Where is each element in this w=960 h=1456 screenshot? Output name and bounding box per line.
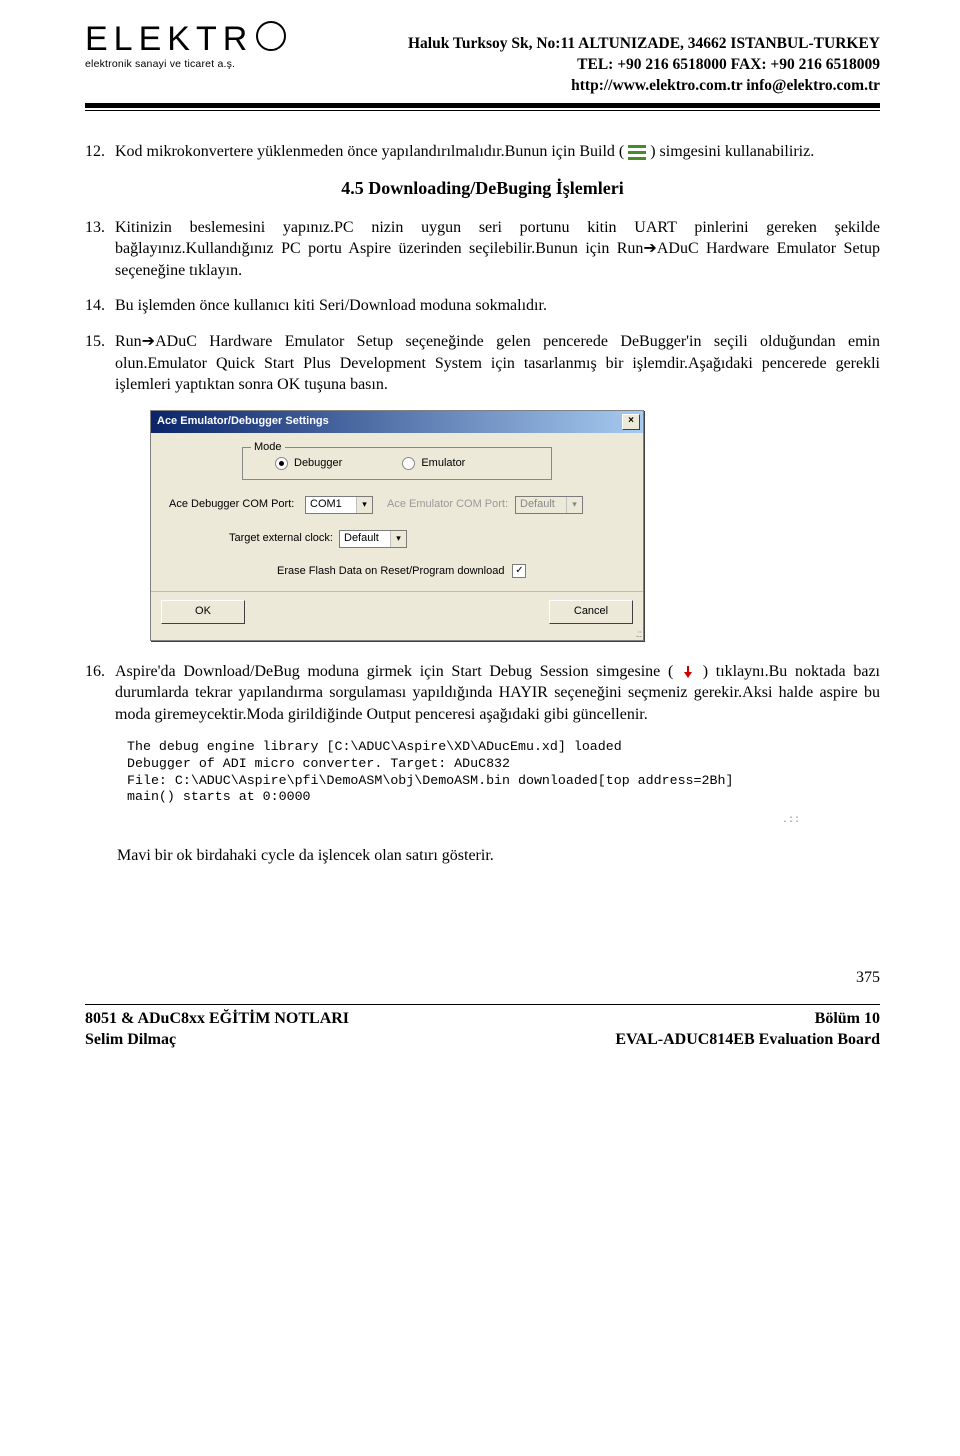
list-number: 12. — [85, 141, 115, 163]
clock-row: Target external clock: Default ▾ — [169, 530, 625, 548]
dialog-button-row: OK Cancel — [151, 591, 643, 632]
combo-value: COM1 — [310, 497, 356, 512]
erase-checkbox[interactable]: ✓ — [512, 564, 526, 578]
radio-label: Emulator — [421, 456, 465, 471]
emulator-port-label: Ace Emulator COM Port: — [387, 497, 515, 512]
list-number: 15. — [85, 331, 115, 396]
radio-icon — [402, 457, 415, 470]
combo-value: Default — [520, 497, 566, 512]
chevron-down-icon: ▾ — [390, 531, 406, 547]
list-item-12: 12. Kod mikrokonvertere yüklenmeden önce… — [85, 141, 880, 163]
debug-arrow-icon — [681, 665, 695, 679]
section-heading-4-5: 4.5 Downloading/DeBuging İşlemleri — [85, 176, 880, 200]
dialog-figure: Ace Emulator/Debugger Settings × Mode De… — [150, 410, 880, 641]
page-number: 375 — [85, 967, 880, 989]
dialog-body: Mode Debugger Emulator — [151, 433, 643, 579]
console-line: The debug engine library [C:\ADUC\Aspire… — [127, 739, 622, 754]
clock-label: Target external clock: — [229, 531, 339, 546]
chevron-down-icon: ▾ — [356, 497, 372, 513]
header-rule-thick — [85, 103, 880, 108]
address-line-2: TEL: +90 216 6518000 FAX: +90 216 651800… — [306, 55, 880, 76]
mode-fieldset: Mode Debugger Emulator — [242, 447, 552, 480]
logo-subtitle: elektronik sanayi ve ticaret a.ş. — [85, 58, 235, 70]
debugger-radio[interactable]: Debugger — [275, 456, 342, 471]
console-line: main() starts at 0:0000 — [127, 789, 311, 804]
list-text: Aspire'da Download/DeBug moduna girmek i… — [115, 661, 880, 726]
close-button[interactable]: × — [622, 414, 640, 430]
emulator-port-combo: Default ▾ — [515, 496, 583, 514]
logo-o-icon — [256, 21, 286, 51]
list-text: Bu işlemden önce kullanıcı kiti Seri/Dow… — [115, 295, 880, 317]
console-line: Debugger of ADI micro converter. Target:… — [127, 756, 510, 771]
dialog-titlebar: Ace Emulator/Debugger Settings × — [151, 411, 643, 433]
footer-left: Selim Dilmaç — [85, 1030, 176, 1051]
list-text: Kod mikrokonvertere yüklenmeden önce yap… — [115, 141, 880, 163]
list-text: Kitinizin beslemesini yapınız.PC nizin u… — [115, 217, 880, 282]
footer-right: Bölüm 10 — [815, 1009, 880, 1030]
footer-row-2: Selim Dilmaç EVAL-ADUC814EB Evaluation B… — [85, 1030, 880, 1051]
radio-selected-icon — [275, 457, 288, 470]
console-line: File: C:\ADUC\Aspire\pfi\DemoASM\obj\Dem… — [127, 773, 733, 788]
footer-left: 8051 & ADuC8xx EĞİTİM NOTLARI — [85, 1009, 349, 1030]
list-number: 14. — [85, 295, 115, 317]
list-number: 13. — [85, 217, 115, 282]
footer-row-1: 8051 & ADuC8xx EĞİTİM NOTLARI Bölüm 10 — [85, 1009, 880, 1030]
address-line-1: Haluk Turksoy Sk, No:11 ALTUNIZADE, 3466… — [306, 34, 880, 55]
logo-letters: ELEKTR — [85, 20, 253, 58]
list-number: 16. — [85, 661, 115, 726]
footer-rule — [85, 1004, 880, 1005]
build-icon — [628, 145, 646, 160]
logo-text: ELEKTR — [85, 20, 286, 56]
debugger-port-combo[interactable]: COM1 ▾ — [305, 496, 373, 514]
chevron-down-icon: ▾ — [566, 497, 582, 513]
emulator-radio[interactable]: Emulator — [402, 456, 465, 471]
text-segment: ) simgesini kullanabiliriz. — [650, 143, 814, 160]
header-rule-thin — [85, 110, 880, 111]
output-console-figure: The debug engine library [C:\ADUC\Aspire… — [127, 739, 880, 805]
list-text: Run➔ADuC Hardware Emulator Setup seçeneğ… — [115, 331, 880, 396]
erase-label: Erase Flash Data on Reset/Program downlo… — [277, 564, 504, 579]
text-segment: Aspire'da Download/DeBug moduna girmek i… — [115, 663, 673, 680]
company-logo: ELEKTR elektronik sanayi ve ticaret a.ş. — [85, 20, 286, 70]
company-address: Haluk Turksoy Sk, No:11 ALTUNIZADE, 3466… — [306, 20, 880, 97]
mode-radio-row: Debugger Emulator — [257, 456, 537, 471]
radio-label: Debugger — [294, 456, 342, 471]
resize-grip-icon: .:: — [151, 632, 643, 640]
address-line-3: http://www.elektro.com.tr info@elektro.c… — [306, 76, 880, 97]
footer-right: EVAL-ADUC814EB Evaluation Board — [615, 1030, 880, 1051]
list-item-16: 16. Aspire'da Download/DeBug moduna girm… — [85, 661, 880, 726]
debugger-port-label: Ace Debugger COM Port: — [169, 497, 305, 512]
dialog-title-text: Ace Emulator/Debugger Settings — [157, 414, 329, 429]
list-item-14: 14. Bu işlemden önce kullanıcı kiti Seri… — [85, 295, 880, 317]
clock-combo[interactable]: Default ▾ — [339, 530, 407, 548]
post-console-note: Mavi bir ok birdahaki cycle da işlencek … — [117, 845, 880, 867]
list-item-15: 15. Run➔ADuC Hardware Emulator Setup seç… — [85, 331, 880, 396]
erase-row: Erase Flash Data on Reset/Program downlo… — [169, 564, 625, 579]
cancel-button[interactable]: Cancel — [549, 600, 633, 624]
ok-button[interactable]: OK — [161, 600, 245, 624]
document-body: 12. Kod mikrokonvertere yüklenmeden önce… — [85, 141, 880, 1051]
text-segment: Kod mikrokonvertere yüklenmeden önce yap… — [115, 143, 624, 160]
com-port-row: Ace Debugger COM Port: COM1 ▾ Ace Emulat… — [169, 496, 625, 514]
combo-value: Default — [344, 531, 390, 546]
resize-grip-icon: .:: — [85, 814, 800, 828]
mode-legend: Mode — [251, 440, 285, 455]
emulator-settings-dialog: Ace Emulator/Debugger Settings × Mode De… — [150, 410, 644, 641]
list-item-13: 13. Kitinizin beslemesini yapınız.PC niz… — [85, 217, 880, 282]
page-header: ELEKTR elektronik sanayi ve ticaret a.ş.… — [85, 20, 880, 97]
